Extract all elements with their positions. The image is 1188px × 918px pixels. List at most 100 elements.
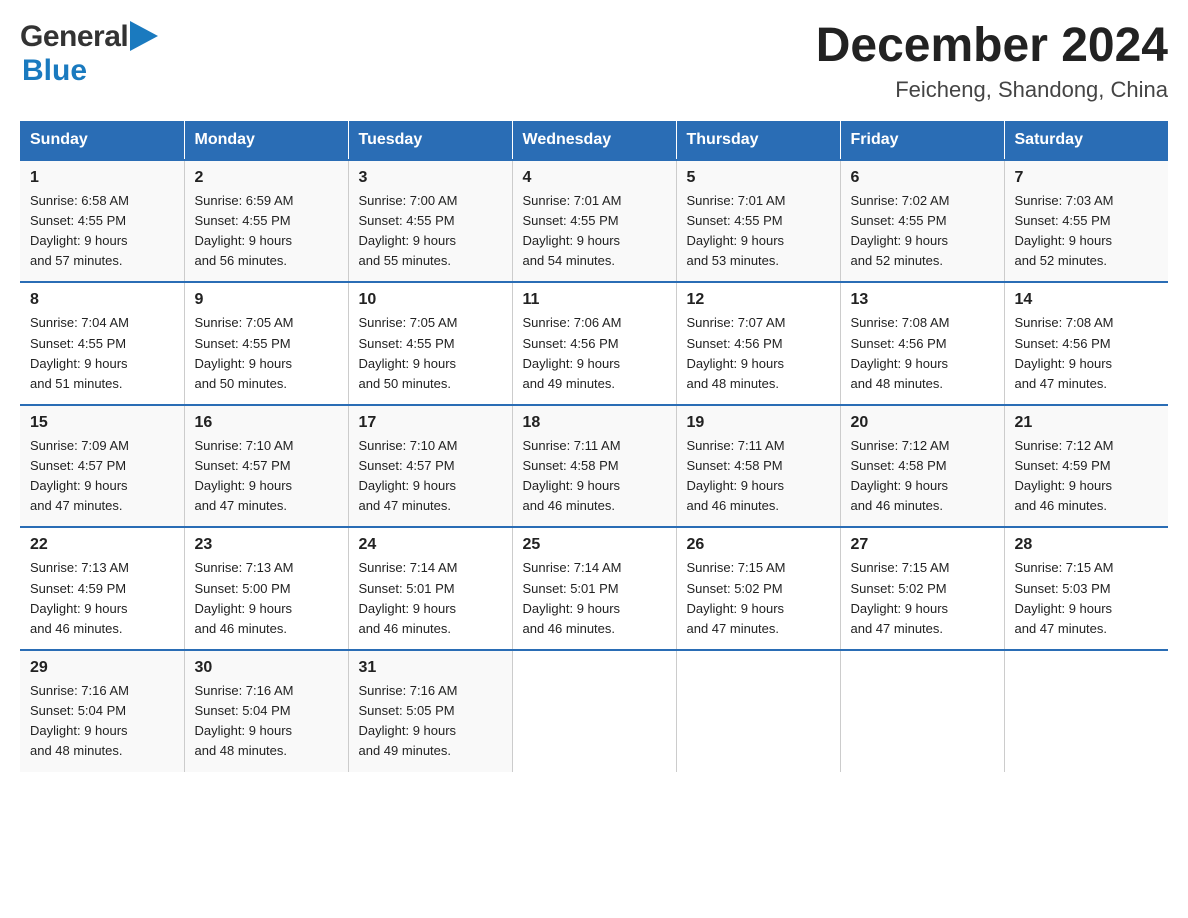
header-row: SundayMondayTuesdayWednesdayThursdayFrid…	[20, 121, 1168, 160]
day-info: Sunrise: 7:11 AMSunset: 4:58 PMDaylight:…	[523, 438, 621, 513]
day-info: Sunrise: 7:08 AMSunset: 4:56 PMDaylight:…	[851, 315, 950, 390]
day-cell: 2 Sunrise: 6:59 AMSunset: 4:55 PMDayligh…	[184, 160, 348, 283]
day-cell: 14 Sunrise: 7:08 AMSunset: 4:56 PMDaylig…	[1004, 282, 1168, 405]
day-cell: 30 Sunrise: 7:16 AMSunset: 5:04 PMDaylig…	[184, 650, 348, 772]
day-number: 4	[523, 169, 666, 187]
day-cell: 18 Sunrise: 7:11 AMSunset: 4:58 PMDaylig…	[512, 405, 676, 528]
calendar-body: 1 Sunrise: 6:58 AMSunset: 4:55 PMDayligh…	[20, 160, 1168, 772]
header-cell-wednesday: Wednesday	[512, 121, 676, 160]
day-info: Sunrise: 7:11 AMSunset: 4:58 PMDaylight:…	[687, 438, 785, 513]
day-info: Sunrise: 7:06 AMSunset: 4:56 PMDaylight:…	[523, 315, 622, 390]
day-info: Sunrise: 7:07 AMSunset: 4:56 PMDaylight:…	[687, 315, 786, 390]
day-cell: 4 Sunrise: 7:01 AMSunset: 4:55 PMDayligh…	[512, 160, 676, 283]
day-cell: 17 Sunrise: 7:10 AMSunset: 4:57 PMDaylig…	[348, 405, 512, 528]
day-number: 1	[30, 169, 174, 187]
header-cell-saturday: Saturday	[1004, 121, 1168, 160]
day-cell: 7 Sunrise: 7:03 AMSunset: 4:55 PMDayligh…	[1004, 160, 1168, 283]
day-cell: 27 Sunrise: 7:15 AMSunset: 5:02 PMDaylig…	[840, 527, 1004, 650]
title-block: December 2024 Feicheng, Shandong, China	[816, 20, 1168, 103]
day-number: 20	[851, 414, 994, 432]
day-number: 12	[687, 291, 830, 309]
day-info: Sunrise: 7:12 AMSunset: 4:58 PMDaylight:…	[851, 438, 950, 513]
week-row-4: 22 Sunrise: 7:13 AMSunset: 4:59 PMDaylig…	[20, 527, 1168, 650]
header-cell-tuesday: Tuesday	[348, 121, 512, 160]
day-cell: 5 Sunrise: 7:01 AMSunset: 4:55 PMDayligh…	[676, 160, 840, 283]
day-number: 30	[195, 659, 338, 677]
day-info: Sunrise: 6:59 AMSunset: 4:55 PMDaylight:…	[195, 193, 294, 268]
day-cell: 26 Sunrise: 7:15 AMSunset: 5:02 PMDaylig…	[676, 527, 840, 650]
day-number: 7	[1015, 169, 1159, 187]
day-cell: 29 Sunrise: 7:16 AMSunset: 5:04 PMDaylig…	[20, 650, 184, 772]
day-number: 2	[195, 169, 338, 187]
day-info: Sunrise: 7:16 AMSunset: 5:04 PMDaylight:…	[195, 683, 294, 758]
day-cell: 3 Sunrise: 7:00 AMSunset: 4:55 PMDayligh…	[348, 160, 512, 283]
logo-general-text: General	[20, 20, 128, 54]
day-cell: 23 Sunrise: 7:13 AMSunset: 5:00 PMDaylig…	[184, 527, 348, 650]
day-info: Sunrise: 7:02 AMSunset: 4:55 PMDaylight:…	[851, 193, 950, 268]
day-cell: 28 Sunrise: 7:15 AMSunset: 5:03 PMDaylig…	[1004, 527, 1168, 650]
day-number: 5	[687, 169, 830, 187]
day-cell: 31 Sunrise: 7:16 AMSunset: 5:05 PMDaylig…	[348, 650, 512, 772]
day-info: Sunrise: 7:10 AMSunset: 4:57 PMDaylight:…	[195, 438, 294, 513]
day-number: 31	[359, 659, 502, 677]
day-info: Sunrise: 7:15 AMSunset: 5:03 PMDaylight:…	[1015, 560, 1114, 635]
day-number: 29	[30, 659, 174, 677]
day-info: Sunrise: 7:13 AMSunset: 4:59 PMDaylight:…	[30, 560, 129, 635]
day-number: 18	[523, 414, 666, 432]
day-info: Sunrise: 7:12 AMSunset: 4:59 PMDaylight:…	[1015, 438, 1114, 513]
day-info: Sunrise: 7:15 AMSunset: 5:02 PMDaylight:…	[687, 560, 786, 635]
day-number: 3	[359, 169, 502, 187]
day-number: 27	[851, 536, 994, 554]
day-number: 26	[687, 536, 830, 554]
day-info: Sunrise: 7:01 AMSunset: 4:55 PMDaylight:…	[523, 193, 622, 268]
day-number: 9	[195, 291, 338, 309]
day-info: Sunrise: 7:08 AMSunset: 4:56 PMDaylight:…	[1015, 315, 1114, 390]
day-info: Sunrise: 7:15 AMSunset: 5:02 PMDaylight:…	[851, 560, 950, 635]
day-number: 14	[1015, 291, 1159, 309]
day-info: Sunrise: 7:04 AMSunset: 4:55 PMDaylight:…	[30, 315, 129, 390]
day-cell: 6 Sunrise: 7:02 AMSunset: 4:55 PMDayligh…	[840, 160, 1004, 283]
day-info: Sunrise: 7:16 AMSunset: 5:04 PMDaylight:…	[30, 683, 129, 758]
day-number: 24	[359, 536, 502, 554]
day-cell: 25 Sunrise: 7:14 AMSunset: 5:01 PMDaylig…	[512, 527, 676, 650]
day-number: 17	[359, 414, 502, 432]
day-number: 21	[1015, 414, 1159, 432]
calendar-table: SundayMondayTuesdayWednesdayThursdayFrid…	[20, 121, 1168, 772]
day-cell: 21 Sunrise: 7:12 AMSunset: 4:59 PMDaylig…	[1004, 405, 1168, 528]
day-info: Sunrise: 7:10 AMSunset: 4:57 PMDaylight:…	[359, 438, 458, 513]
day-info: Sunrise: 7:05 AMSunset: 4:55 PMDaylight:…	[359, 315, 458, 390]
week-row-1: 1 Sunrise: 6:58 AMSunset: 4:55 PMDayligh…	[20, 160, 1168, 283]
calendar-header: SundayMondayTuesdayWednesdayThursdayFrid…	[20, 121, 1168, 160]
day-number: 8	[30, 291, 174, 309]
location-title: Feicheng, Shandong, China	[816, 77, 1168, 103]
day-info: Sunrise: 7:05 AMSunset: 4:55 PMDaylight:…	[195, 315, 294, 390]
day-number: 25	[523, 536, 666, 554]
day-cell: 1 Sunrise: 6:58 AMSunset: 4:55 PMDayligh…	[20, 160, 184, 283]
logo: General Blue	[20, 20, 158, 88]
page-header: General Blue December 2024 Feicheng, Sha…	[20, 20, 1168, 103]
day-cell: 12 Sunrise: 7:07 AMSunset: 4:56 PMDaylig…	[676, 282, 840, 405]
day-cell	[676, 650, 840, 772]
day-info: Sunrise: 6:58 AMSunset: 4:55 PMDaylight:…	[30, 193, 129, 268]
day-number: 6	[851, 169, 994, 187]
day-cell	[512, 650, 676, 772]
day-cell	[1004, 650, 1168, 772]
day-number: 11	[523, 291, 666, 309]
day-number: 22	[30, 536, 174, 554]
day-cell: 15 Sunrise: 7:09 AMSunset: 4:57 PMDaylig…	[20, 405, 184, 528]
day-cell: 8 Sunrise: 7:04 AMSunset: 4:55 PMDayligh…	[20, 282, 184, 405]
day-info: Sunrise: 7:14 AMSunset: 5:01 PMDaylight:…	[359, 560, 458, 635]
day-cell: 19 Sunrise: 7:11 AMSunset: 4:58 PMDaylig…	[676, 405, 840, 528]
day-cell: 24 Sunrise: 7:14 AMSunset: 5:01 PMDaylig…	[348, 527, 512, 650]
day-info: Sunrise: 7:14 AMSunset: 5:01 PMDaylight:…	[523, 560, 622, 635]
day-info: Sunrise: 7:16 AMSunset: 5:05 PMDaylight:…	[359, 683, 458, 758]
header-cell-monday: Monday	[184, 121, 348, 160]
header-cell-friday: Friday	[840, 121, 1004, 160]
header-cell-thursday: Thursday	[676, 121, 840, 160]
day-info: Sunrise: 7:00 AMSunset: 4:55 PMDaylight:…	[359, 193, 458, 268]
day-cell: 20 Sunrise: 7:12 AMSunset: 4:58 PMDaylig…	[840, 405, 1004, 528]
day-number: 28	[1015, 536, 1159, 554]
week-row-2: 8 Sunrise: 7:04 AMSunset: 4:55 PMDayligh…	[20, 282, 1168, 405]
logo-blue-text: Blue	[22, 54, 87, 87]
day-info: Sunrise: 7:01 AMSunset: 4:55 PMDaylight:…	[687, 193, 786, 268]
